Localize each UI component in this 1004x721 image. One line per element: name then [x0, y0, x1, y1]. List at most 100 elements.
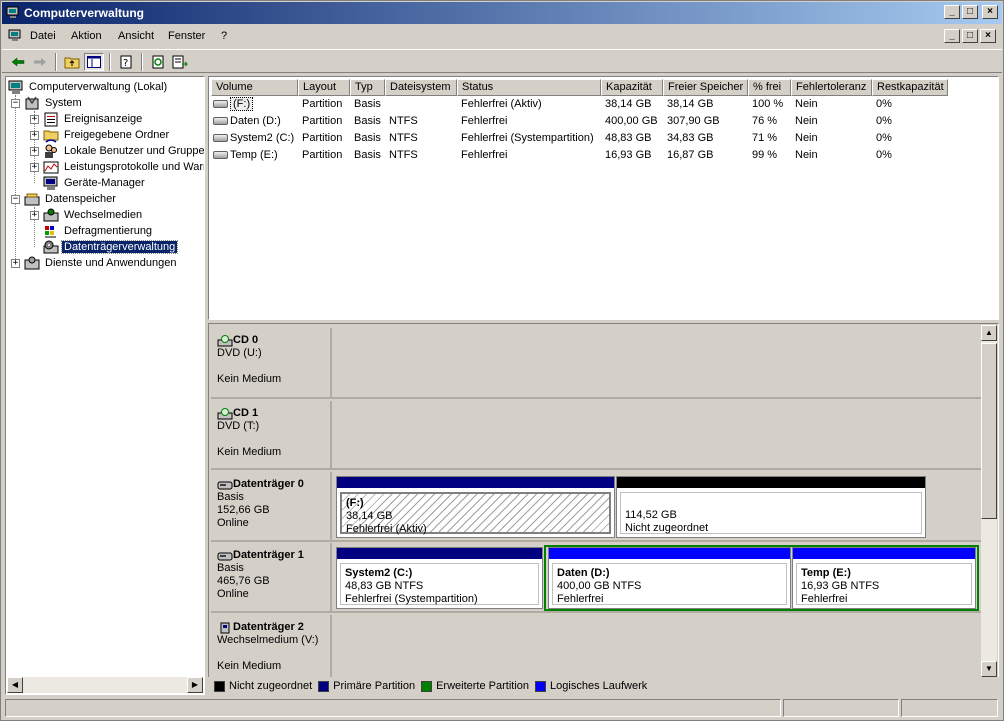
disk-vertical-scrollbar[interactable]: ▲ ▼ — [981, 325, 997, 677]
disk-row-cd1[interactable]: CD 1 DVD (T:) Kein Medium — [211, 401, 983, 470]
column-header-kapazitat[interactable]: Kapazität — [601, 79, 663, 96]
svg-text:?: ? — [123, 58, 128, 69]
back-arrow-icon — [11, 57, 25, 67]
refresh-icon — [152, 55, 164, 69]
disk-info-cd0[interactable]: CD 0 DVD (U:) Kein Medium — [211, 328, 332, 397]
console-tree-icon — [87, 56, 101, 68]
child-restore-button[interactable]: □ — [962, 29, 978, 43]
hard-disk-icon — [217, 481, 233, 489]
collapse-toggle[interactable]: − — [11, 194, 20, 204]
menu-fenster[interactable]: Fenster — [168, 30, 205, 42]
table-row[interactable]: Daten (D:) Partition Basis NTFS Fehlerfr… — [211, 113, 991, 130]
tree-item-defragmentation[interactable]: Defragmentierung — [43, 223, 154, 239]
disk-row-cd0[interactable]: CD 0 DVD (U:) Kein Medium — [211, 328, 983, 399]
mmc-document-icon[interactable] — [8, 29, 22, 42]
maximize-button[interactable]: □ — [962, 5, 978, 19]
unallocated-space[interactable]: 114,52 GB Nicht zugeordnet — [616, 476, 926, 538]
table-row[interactable]: (F:) Partition Basis Fehlerfrei (Aktiv) … — [211, 96, 991, 113]
column-header-volume[interactable]: Volume — [211, 79, 298, 96]
defrag-icon — [45, 225, 56, 238]
expand-toggle[interactable]: + — [30, 146, 39, 156]
status-cell-main — [5, 699, 781, 717]
tree-item-system[interactable]: − System — [11, 95, 84, 111]
disk-info-cd1[interactable]: CD 1 DVD (T:) Kein Medium — [211, 401, 332, 468]
column-header-prozent-frei[interactable]: % frei — [748, 79, 791, 96]
tree-item-performance-logs[interactable]: + Leistungsprotokolle und Warnungen — [30, 159, 204, 175]
child-minimize-button[interactable]: _ — [944, 29, 960, 43]
menu-datei[interactable]: Datei — [30, 30, 56, 42]
disk-row-disk2[interactable]: Datenträger 2 Wechselmedium (V:) Kein Me… — [211, 615, 983, 677]
disk-info-disk0[interactable]: Datenträger 0 Basis 152,66 GB Online — [211, 472, 332, 540]
hard-disk-icon — [217, 552, 233, 560]
logical-drive-bar — [793, 548, 975, 559]
title-bar[interactable]: Computerverwaltung _ □ × — [2, 2, 1002, 24]
tree-item-services[interactable]: + Dienste und Anwendungen — [11, 255, 179, 271]
minimize-button[interactable]: _ — [944, 5, 960, 19]
disk-row-disk1[interactable]: Datenträger 1 Basis 465,76 GB Online Sys… — [211, 543, 983, 613]
expand-toggle[interactable]: + — [30, 210, 39, 220]
column-header-layout[interactable]: Layout — [298, 79, 350, 96]
tree-root[interactable]: Computerverwaltung (Lokal) — [8, 79, 169, 95]
column-header-freier-speicher[interactable]: Freier Speicher — [663, 79, 748, 96]
export-list-icon — [172, 55, 188, 69]
partition-c[interactable]: System2 (C:) 48,83 GB NTFS Fehlerfrei (S… — [336, 547, 543, 609]
tree-item-disk-management[interactable]: Datenträgerverwaltung — [43, 239, 179, 255]
expand-toggle[interactable]: + — [11, 258, 20, 268]
toolbar: ? — [2, 49, 1002, 73]
performance-logs-icon — [43, 161, 59, 173]
column-header-fehlertoleranz[interactable]: Fehlertoleranz — [791, 79, 872, 96]
partition-e[interactable]: Temp (E:) 16,93 GB NTFS Fehlerfrei — [792, 547, 976, 609]
menu-ansicht[interactable]: Ansicht — [118, 30, 154, 42]
forward-arrow-icon — [34, 58, 46, 66]
users-icon — [45, 144, 57, 158]
shared-folder-icon — [43, 130, 59, 143]
up-one-level-button[interactable] — [62, 53, 82, 71]
event-viewer-icon — [44, 112, 58, 126]
column-header-status[interactable]: Status — [457, 79, 601, 96]
disk-info-disk1[interactable]: Datenträger 1 Basis 465,76 GB Online — [211, 543, 332, 611]
partition-d[interactable]: Daten (D:) 400,00 GB NTFS Fehlerfrei — [548, 547, 791, 609]
computer-management-icon — [6, 6, 19, 18]
scroll-right-button[interactable]: ▶ — [187, 677, 203, 693]
properties-button[interactable]: ? — [116, 53, 136, 71]
expand-toggle[interactable]: + — [30, 114, 39, 124]
tree-item-shared-folders[interactable]: + Freigegebene Ordner — [30, 127, 171, 143]
volume-list[interactable]: Volume Layout Typ Dateisystem Status Kap… — [208, 76, 999, 320]
tree-item-removable-storage[interactable]: + Wechselmedien — [30, 207, 144, 223]
back-button[interactable] — [8, 53, 28, 71]
scroll-left-button[interactable]: ◀ — [7, 677, 23, 693]
refresh-button[interactable] — [148, 53, 168, 71]
menu-help[interactable]: ? — [221, 30, 227, 42]
column-header-dateisystem[interactable]: Dateisystem — [385, 79, 457, 96]
disk-info-disk2[interactable]: Datenträger 2 Wechselmedium (V:) Kein Me… — [211, 615, 332, 677]
export-list-button[interactable] — [170, 53, 190, 71]
show-hide-tree-button[interactable] — [84, 53, 104, 71]
removable-disk-icon — [220, 622, 230, 633]
menu-aktion[interactable]: Aktion — [71, 30, 102, 42]
table-row[interactable]: System2 (C:) Partition Basis NTFS Fehler… — [211, 130, 991, 147]
disk-row-disk0[interactable]: Datenträger 0 Basis 152,66 GB Online (F:… — [211, 472, 983, 542]
expand-toggle[interactable]: + — [30, 130, 39, 140]
tree-item-storage[interactable]: − Datenspeicher — [11, 191, 118, 207]
forward-button[interactable] — [30, 53, 50, 71]
table-row[interactable]: Temp (E:) Partition Basis NTFS Fehlerfre… — [211, 147, 991, 164]
primary-partition-bar — [337, 548, 542, 559]
scroll-up-button[interactable]: ▲ — [981, 325, 997, 341]
scroll-down-button[interactable]: ▼ — [981, 661, 997, 677]
system-tools-icon — [25, 96, 39, 109]
tree-item-local-users[interactable]: + Lokale Benutzer und Gruppen — [30, 143, 204, 159]
console-tree[interactable]: Computerverwaltung (Lokal) − System + Er… — [5, 76, 205, 695]
tree-item-device-manager[interactable]: Geräte-Manager — [43, 175, 147, 191]
column-header-restkapazitat[interactable]: Restkapazität — [872, 79, 948, 96]
tree-item-event-viewer[interactable]: + Ereignisanzeige — [30, 111, 144, 127]
scroll-thumb[interactable] — [981, 343, 997, 519]
expand-toggle[interactable]: + — [30, 162, 39, 172]
column-header-typ[interactable]: Typ — [350, 79, 385, 96]
status-cell-2 — [783, 699, 899, 717]
partition-f[interactable]: (F:) 38,14 GB Fehlerfrei (Aktiv) — [336, 476, 615, 538]
tree-horizontal-scrollbar[interactable]: ◀ ▶ — [7, 677, 203, 693]
collapse-toggle[interactable]: − — [11, 98, 20, 108]
close-button[interactable]: × — [982, 5, 998, 19]
disk-map[interactable]: CD 0 DVD (U:) Kein Medium CD 1 DVD (T:) … — [208, 323, 999, 695]
child-close-button[interactable]: × — [980, 29, 996, 43]
